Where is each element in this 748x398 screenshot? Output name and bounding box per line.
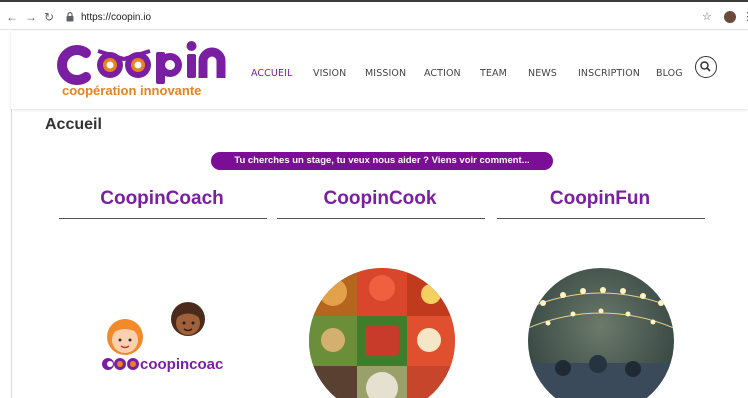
menu-item-news[interactable]: NEWS [528,68,557,79]
menu-item-team[interactable]: TEAM [480,68,507,79]
menu-item-action[interactable]: ACTION [424,68,461,79]
column-divider [277,218,485,219]
column-title-coopincoach[interactable]: CoopinCoach [59,188,265,210]
browser-toolbar: ← → ↻ https://coopin.io ☆ ⋮ [0,0,748,30]
star-icon[interactable]: ☆ [702,10,712,23]
internship-cta-button[interactable]: Tu cherches un stage, tu veux nous aider… [211,152,553,170]
menu-item-accueil[interactable]: ACCUEIL [251,68,292,79]
menu-icon[interactable]: ⋮ [742,10,748,23]
address-bar[interactable]: https://coopin.io [81,12,151,23]
menu-item-mission[interactable]: MISSION [365,68,406,79]
menu-item-blog[interactable]: BLOG [656,68,683,79]
menu-item-vision[interactable]: VISION [313,68,346,79]
coopinfun-party-image[interactable] [528,268,674,398]
column-divider [59,218,267,219]
column-divider [497,218,705,219]
search-button[interactable] [695,56,717,78]
coopincoach-wordmark: coopincoach [102,356,223,373]
page-title: Accueil [45,116,102,133]
coopincoach-wordmark-text: coopincoach [140,356,223,373]
profile-avatar[interactable] [724,11,736,23]
column-title-coopincook[interactable]: CoopinCook [277,188,483,210]
lock-icon [66,12,74,22]
site-header: coopération innovante ACCUEIL VISION MIS… [11,31,748,109]
logo-tagline: coopération innovante [62,83,202,98]
reload-icon[interactable]: ↻ [44,11,54,23]
forward-icon[interactable]: → [25,11,37,23]
coopincook-food-image[interactable] [309,268,455,398]
column-title-coopinfun[interactable]: CoopinFun [497,188,703,210]
back-icon[interactable]: ← [6,11,18,23]
menu-item-inscription[interactable]: INSCRIPTION [578,68,640,79]
search-icon [700,61,711,72]
